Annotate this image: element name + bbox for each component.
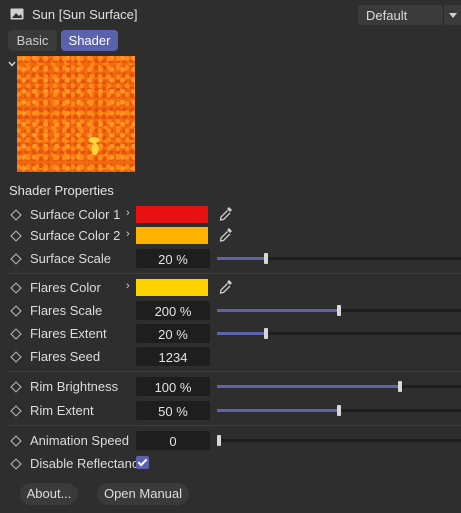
label: Flares Color: [30, 280, 101, 295]
image-icon: [10, 8, 24, 20]
row-disable-reflectance: Disable Reflectance: [0, 453, 461, 475]
slider-fill: [217, 385, 400, 388]
row-animation-speed: Animation Speed 0: [0, 430, 461, 452]
flares-seed-field[interactable]: 1234: [136, 347, 210, 366]
slider-fill: [217, 257, 266, 260]
section-title: Shader Properties: [9, 183, 114, 198]
divider: [8, 371, 461, 372]
value: 1234: [158, 350, 188, 365]
keyframe-diamond-icon[interactable]: [10, 253, 22, 265]
keyframe-diamond-icon[interactable]: [10, 381, 22, 393]
chevron-right-icon[interactable]: ›: [126, 280, 130, 292]
row-flares-color: Flares Color ›: [0, 277, 461, 299]
surface-color-2-swatch[interactable]: [136, 227, 208, 244]
slider-handle[interactable]: [217, 435, 221, 446]
label: Surface Color 1: [30, 207, 121, 222]
slider-handle[interactable]: [337, 405, 341, 416]
value: 0: [169, 434, 177, 449]
divider: [8, 425, 461, 426]
label: Flares Scale: [30, 303, 103, 318]
label: Disable Reflectance: [30, 456, 146, 471]
chevron-right-icon[interactable]: ›: [126, 207, 130, 219]
eyedropper-icon[interactable]: [219, 279, 233, 295]
preset-label: Default: [366, 8, 408, 23]
value: 50 %: [158, 404, 188, 419]
label: Rim Brightness: [30, 379, 119, 394]
value: 200 %: [154, 304, 192, 319]
row-flares-extent: Flares Extent 20 %: [0, 323, 461, 345]
tab-shader[interactable]: Shader: [61, 30, 118, 51]
about-button[interactable]: About...: [20, 483, 78, 505]
surface-scale-field[interactable]: 20 %: [136, 249, 210, 268]
slider-fill: [217, 409, 339, 412]
flares-scale-slider[interactable]: [217, 305, 461, 316]
row-rim-extent: Rim Extent 50 %: [0, 400, 461, 422]
surface-scale-slider[interactable]: [217, 253, 461, 264]
rim-brightness-field[interactable]: 100 %: [136, 377, 210, 396]
slider-fill: [217, 309, 339, 312]
keyframe-diamond-icon[interactable]: [10, 405, 22, 417]
keyframe-diamond-icon[interactable]: [10, 209, 22, 221]
slider-handle[interactable]: [264, 328, 268, 339]
value: 20 %: [158, 252, 188, 267]
keyframe-diamond-icon[interactable]: [10, 230, 22, 242]
label: Flares Extent: [30, 326, 107, 341]
keyframe-diamond-icon[interactable]: [10, 351, 22, 363]
row-rim-brightness: Rim Brightness 100 %: [0, 376, 461, 398]
label: Animation Speed: [30, 433, 130, 448]
row-flares-scale: Flares Scale 200 %: [0, 300, 461, 322]
keyframe-diamond-icon[interactable]: [10, 435, 22, 447]
label: Flares Seed: [30, 349, 101, 364]
keyframe-diamond-icon[interactable]: [10, 282, 22, 294]
animation-speed-field[interactable]: 0: [136, 431, 210, 450]
preset-dropdown[interactable]: Default: [358, 5, 443, 25]
open-manual-button[interactable]: Open Manual: [97, 483, 189, 505]
value: 100 %: [154, 380, 192, 395]
chevron-down-icon[interactable]: [443, 5, 461, 25]
animation-speed-slider[interactable]: [217, 435, 461, 446]
label: Rim Extent: [30, 403, 94, 418]
eyedropper-icon[interactable]: [219, 227, 233, 243]
flares-scale-field[interactable]: 200 %: [136, 301, 210, 320]
keyframe-diamond-icon[interactable]: [10, 328, 22, 340]
keyframe-diamond-icon[interactable]: [10, 458, 22, 470]
disable-reflectance-checkbox[interactable]: [136, 456, 149, 469]
row-surface-color-2: Surface Color 2 ›: [0, 225, 461, 247]
divider: [8, 273, 461, 274]
rim-extent-field[interactable]: 50 %: [136, 401, 210, 420]
rim-extent-slider[interactable]: [217, 405, 461, 416]
label: Surface Scale: [30, 251, 111, 266]
flares-extent-field[interactable]: 20 %: [136, 324, 210, 343]
flares-extent-slider[interactable]: [217, 328, 461, 339]
rim-brightness-slider[interactable]: [217, 381, 461, 392]
flares-color-swatch[interactable]: [136, 279, 208, 296]
collapse-arrow-icon[interactable]: [8, 61, 16, 67]
row-flares-seed: Flares Seed 1234: [0, 346, 461, 368]
eyedropper-icon[interactable]: [219, 206, 233, 222]
chevron-right-icon[interactable]: ›: [126, 228, 130, 240]
slider-handle[interactable]: [264, 253, 268, 264]
surface-color-1-swatch[interactable]: [136, 206, 208, 223]
slider-fill: [217, 332, 266, 335]
shader-preview: [17, 56, 135, 172]
row-surface-color-1: Surface Color 1 ›: [0, 204, 461, 226]
slider-handle[interactable]: [398, 381, 402, 392]
object-title: Sun [Sun Surface]: [32, 7, 138, 22]
row-surface-scale: Surface Scale 20 %: [0, 248, 461, 270]
tab-basic[interactable]: Basic: [8, 30, 57, 51]
slider-handle[interactable]: [337, 305, 341, 316]
keyframe-diamond-icon[interactable]: [10, 305, 22, 317]
label: Surface Color 2: [30, 228, 121, 243]
value: 20 %: [158, 327, 188, 342]
